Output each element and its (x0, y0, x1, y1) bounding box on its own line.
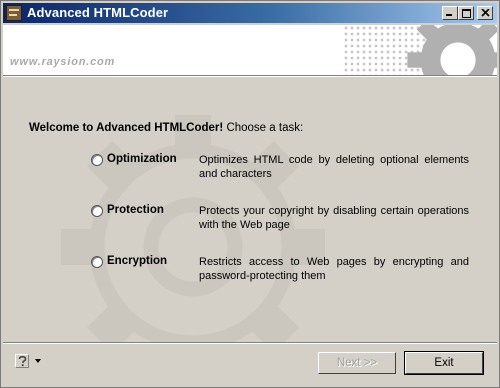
close-button[interactable] (477, 6, 493, 20)
gear-icon (407, 25, 497, 75)
close-icon (481, 9, 490, 17)
task-option-optimization[interactable]: Optimization Optimizes HTML code by dele… (91, 153, 491, 190)
encryption-description: Restricts access to Web pages by encrypt… (199, 256, 469, 282)
welcome-heading: Welcome to Advanced HTMLCoder! (29, 122, 224, 134)
minimize-button[interactable] (442, 6, 458, 20)
exit-button[interactable]: Exit (404, 351, 484, 375)
website-url: www.raysion.com (10, 56, 116, 68)
encryption-radio[interactable] (91, 256, 103, 268)
maximize-button[interactable] (458, 6, 474, 20)
encryption-label[interactable]: Encryption (107, 255, 167, 267)
optimization-radio[interactable] (91, 154, 103, 166)
welcome-instruction: Choose a task: (223, 122, 304, 134)
optimization-label[interactable]: Optimization (107, 153, 177, 165)
app-window: Advanced HTMLCoder www.raysion.com Welco… (0, 0, 500, 388)
help-button[interactable] (15, 354, 29, 368)
protection-radio[interactable] (91, 205, 103, 217)
protection-label[interactable]: Protection (107, 204, 164, 216)
footer-divider (3, 342, 497, 344)
optimization-description: Optimizes HTML code by deleting optional… (199, 154, 469, 180)
task-option-protection[interactable]: Protection Protects your copyright by di… (91, 204, 491, 241)
task-option-encryption[interactable]: Encryption Restricts access to Web pages… (91, 255, 491, 292)
help-icon (18, 356, 27, 367)
header-banner: www.raysion.com (3, 25, 497, 75)
help-dropdown-arrow-icon[interactable] (35, 359, 41, 363)
task-panel: Welcome to Advanced HTMLCoder! Choose a … (3, 77, 497, 342)
protection-description: Protects your copyright by disabling cer… (199, 205, 469, 231)
welcome-text: Welcome to Advanced HTMLCoder! Choose a … (29, 122, 303, 134)
next-button[interactable]: Next >> (318, 352, 396, 374)
title-bar[interactable]: Advanced HTMLCoder (3, 3, 497, 23)
window-title: Advanced HTMLCoder (27, 5, 169, 20)
app-icon[interactable] (6, 5, 22, 21)
